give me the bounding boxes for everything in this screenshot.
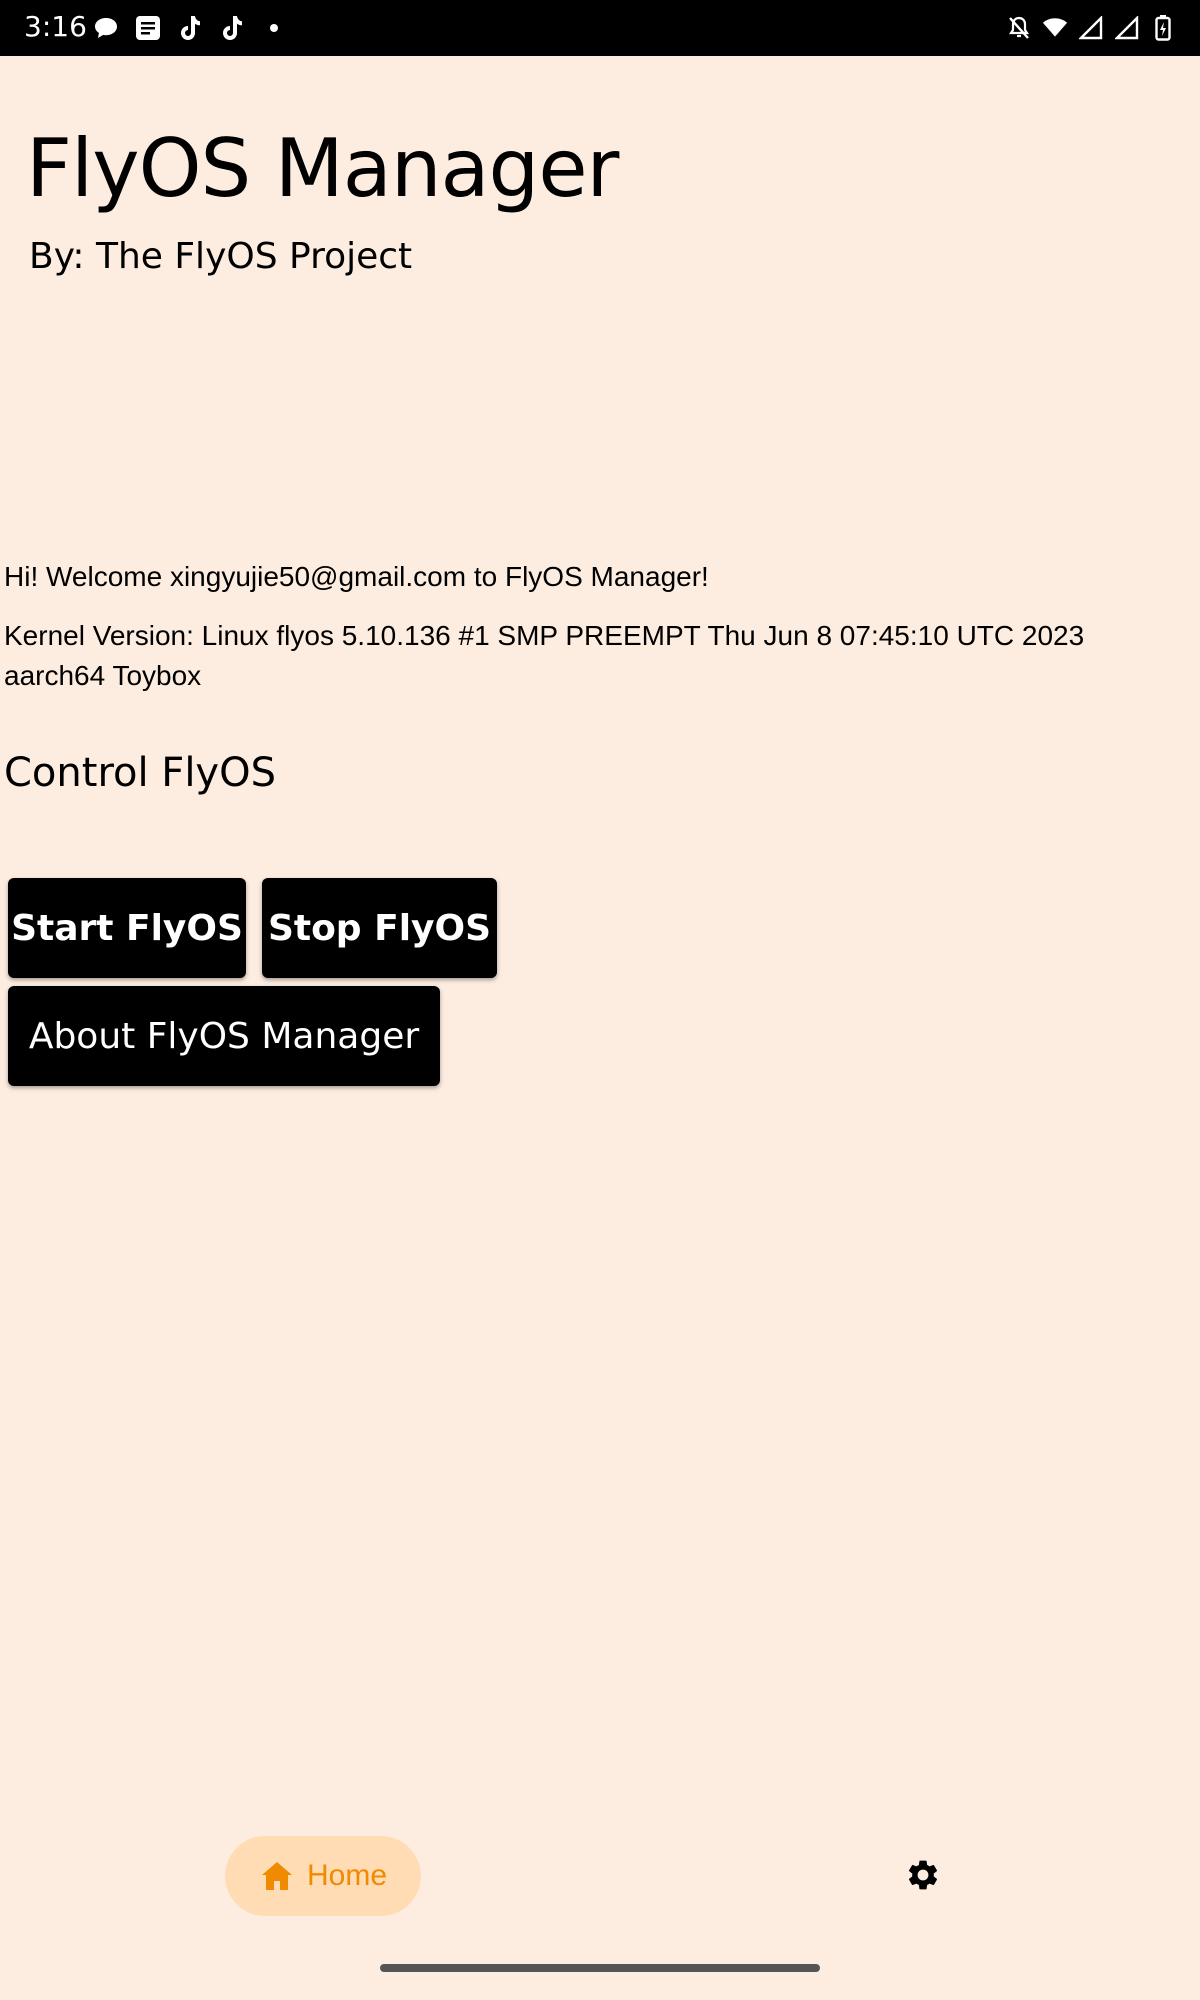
chat-bubble-icon bbox=[92, 14, 120, 42]
bottom-navigation: Home bbox=[0, 1820, 1200, 1940]
tiktok-icon bbox=[176, 14, 204, 42]
status-bar: 3:16 bbox=[0, 0, 1200, 56]
home-icon bbox=[259, 1858, 295, 1894]
control-section-title: Control FlyOS bbox=[4, 750, 276, 796]
system-status-icons bbox=[1006, 14, 1176, 42]
tiktok-icon bbox=[218, 14, 246, 42]
gear-icon bbox=[905, 1857, 941, 1898]
signal-icon bbox=[1114, 14, 1140, 42]
gesture-home-indicator[interactable] bbox=[380, 1964, 820, 1972]
stop-flyos-button[interactable]: Stop FlyOS bbox=[262, 878, 497, 978]
mute-icon bbox=[1006, 14, 1032, 42]
about-flyos-manager-button[interactable]: About FlyOS Manager bbox=[8, 986, 440, 1086]
kernel-version: Kernel Version: Linux flyos 5.10.136 #1 … bbox=[4, 620, 1085, 691]
dot-icon bbox=[260, 14, 288, 42]
notification-icons bbox=[92, 14, 288, 42]
nav-home-label: Home bbox=[306, 1859, 388, 1892]
status-time: 3:16 bbox=[24, 10, 87, 43]
news-icon bbox=[134, 14, 162, 42]
battery-icon bbox=[1150, 14, 1176, 42]
welcome-message: Hi! Welcome xingyujie50@gmail.com to Fly… bbox=[4, 561, 709, 592]
start-flyos-button[interactable]: Start FlyOS bbox=[8, 878, 246, 978]
wifi-icon bbox=[1042, 14, 1068, 42]
nav-home-tab[interactable]: Home bbox=[225, 1836, 421, 1916]
signal-icon bbox=[1078, 14, 1104, 42]
page-title: FlyOS Manager bbox=[26, 122, 619, 215]
nav-settings-tab[interactable] bbox=[900, 1854, 946, 1900]
page-subtitle: By: The FlyOS Project bbox=[29, 236, 413, 277]
